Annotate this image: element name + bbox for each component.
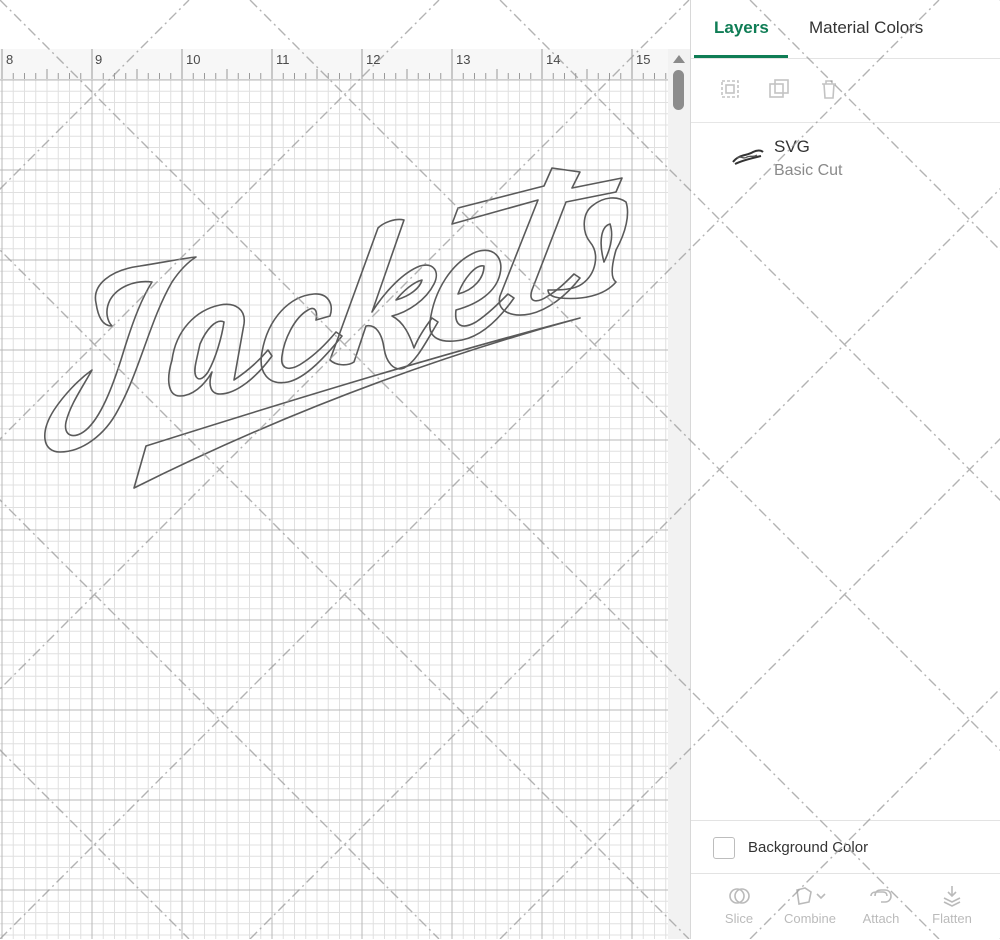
- letter-a-outline: [167, 303, 273, 397]
- tab-material-colors[interactable]: Material Colors: [809, 18, 923, 38]
- combine-label: Combine: [783, 911, 837, 926]
- layers-panel: Layers Material Colors SVG Basic Cut Bac…: [690, 0, 1000, 939]
- tab-layers[interactable]: Layers: [714, 18, 769, 38]
- attach-button[interactable]: Attach: [851, 880, 911, 936]
- flatten-button[interactable]: Flatten: [922, 880, 982, 936]
- layer-item[interactable]: SVG Basic Cut: [691, 124, 1000, 194]
- attach-label: Attach: [862, 911, 900, 926]
- letter-c-outline: [260, 293, 343, 384]
- letter-t-outline: [451, 167, 623, 316]
- slice-label: Slice: [724, 911, 754, 926]
- duplicate-icon[interactable]: [766, 76, 792, 102]
- slice-icon: [729, 888, 750, 904]
- group-icon[interactable]: [717, 76, 743, 102]
- scroll-up-arrow-icon[interactable]: [673, 55, 685, 63]
- panel-tabs: Layers Material Colors: [691, 0, 1000, 59]
- attach-icon: [870, 889, 892, 903]
- combine-icon: [796, 887, 826, 905]
- layer-thumbnail: [732, 149, 764, 165]
- vertical-scrollbar[interactable]: [668, 49, 690, 939]
- slice-button[interactable]: Slice: [709, 880, 769, 936]
- scrollbar-thumb[interactable]: [673, 70, 684, 110]
- jackets-design[interactable]: [0, 0, 690, 939]
- combine-button[interactable]: Combine: [780, 880, 840, 936]
- layer-toolbar: [691, 58, 1000, 123]
- background-color-checkbox[interactable]: [713, 837, 735, 859]
- letter-k-outline: [329, 218, 439, 370]
- layer-operation[interactable]: Basic Cut: [774, 162, 842, 180]
- letter-s-outline: [547, 197, 629, 300]
- flatten-label: Flatten: [932, 911, 972, 926]
- flatten-icon: [943, 886, 961, 907]
- letter-e-outline: [429, 249, 515, 342]
- background-color-label: Background Color: [748, 839, 869, 856]
- bottom-toolbar: Slice Combine Attach Flatten: [691, 873, 1000, 940]
- background-color-row: Background Color: [691, 820, 1000, 873]
- design-canvas[interactable]: 8 9 10 11 12 13 14 15: [0, 0, 690, 939]
- layer-name: SVG: [774, 137, 810, 156]
- delete-icon[interactable]: [816, 76, 842, 102]
